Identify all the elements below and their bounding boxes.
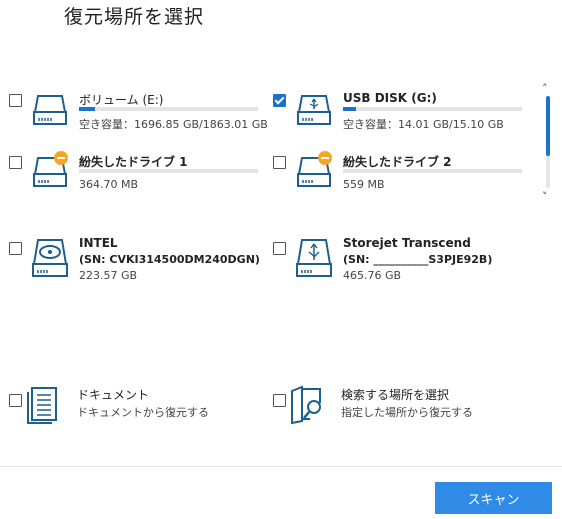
usb-drive-icon bbox=[296, 239, 332, 277]
drive-checkbox[interactable] bbox=[273, 156, 286, 169]
scrollbar-track[interactable] bbox=[546, 96, 550, 188]
drive-checkbox[interactable] bbox=[9, 242, 22, 255]
scroll-down-arrow[interactable]: ˅ bbox=[542, 190, 548, 203]
drive-size: 223.57 GB bbox=[79, 269, 138, 282]
drive-usage-bar bbox=[79, 107, 258, 111]
drive-usage-bar bbox=[343, 169, 522, 173]
usb-drive-icon bbox=[297, 95, 331, 125]
drive-name: INTEL bbox=[79, 236, 118, 250]
drive-size: 559 MB bbox=[343, 178, 385, 191]
option-subtitle: 指定した場所から復元する bbox=[341, 406, 473, 419]
drive-name: 紛失したドライブ 1 bbox=[79, 155, 188, 169]
drive-usage-bar bbox=[79, 169, 258, 173]
drive-name: Storejet Transcend bbox=[343, 236, 471, 250]
lost-drive-icon bbox=[33, 151, 68, 187]
scroll-up-arrow[interactable]: ˄ bbox=[542, 82, 548, 95]
drive-name: ボリューム (E:) bbox=[79, 93, 164, 107]
drive-name: USB DISK (G:) bbox=[343, 91, 437, 105]
drive-free-space: 空き容量：14.01 GB/15.10 GB bbox=[343, 118, 504, 131]
page-title: 復元場所を選択 bbox=[64, 6, 205, 28]
hard-drive-icon bbox=[33, 95, 67, 125]
drive-free-space: 空き容量：1696.85 GB/1863.01 GB bbox=[79, 118, 268, 131]
option-subtitle: ドキュメントから復元する bbox=[77, 406, 209, 419]
lost-drive-icon bbox=[297, 151, 332, 187]
drive-checkbox[interactable] bbox=[9, 156, 22, 169]
drive-checkbox[interactable] bbox=[273, 94, 286, 107]
drive-checkbox[interactable] bbox=[9, 94, 22, 107]
option-checkbox[interactable] bbox=[9, 394, 22, 407]
option-title: 検索する場所を選択 bbox=[341, 388, 450, 402]
document-icon bbox=[27, 387, 57, 424]
internal-disk-icon bbox=[32, 239, 68, 277]
drive-name: 紛失したドライブ 2 bbox=[343, 155, 452, 169]
scan-button[interactable]: スキャン bbox=[435, 482, 552, 514]
drive-usage-bar bbox=[343, 107, 522, 111]
option-title: ドキュメント bbox=[77, 388, 150, 402]
footer-divider bbox=[0, 466, 562, 467]
drive-checkbox[interactable] bbox=[273, 242, 286, 255]
drive-serial: (SN: CVKI314500DM240DGN) bbox=[79, 253, 260, 266]
scrollbar-thumb[interactable] bbox=[546, 96, 550, 156]
drive-size: 465.76 GB bbox=[343, 269, 402, 282]
drive-size: 364.70 MB bbox=[79, 178, 139, 191]
drive-serial: (SN: __________S3PJE92B) bbox=[343, 253, 493, 266]
option-checkbox[interactable] bbox=[273, 394, 286, 407]
folder-search-icon bbox=[291, 385, 321, 425]
